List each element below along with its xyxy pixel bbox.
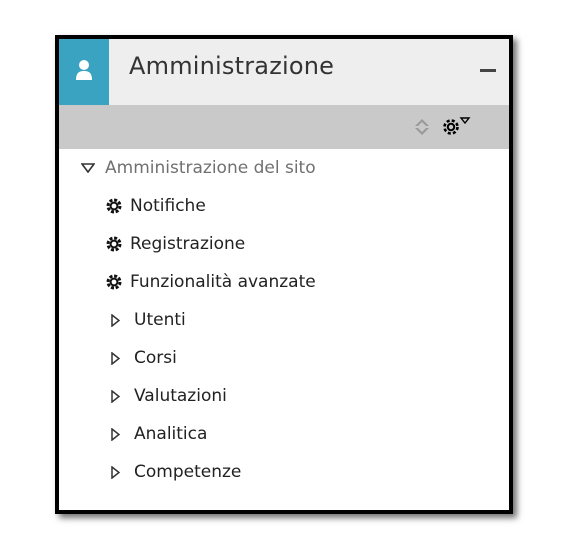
tree-item-registrazione[interactable]: Registrazione — [105, 230, 245, 258]
tree-item-utenti[interactable]: Utenti — [111, 306, 186, 334]
administration-block: Amministrazione Amministrazione del sito — [55, 35, 513, 514]
gear-icon — [106, 274, 122, 290]
block-header: Amministrazione — [59, 39, 509, 105]
tree-item-label: Competenze — [134, 462, 242, 482]
gear-icon — [106, 198, 122, 214]
tree-item-label: Analitica — [134, 424, 208, 444]
tree-item-label: Amministrazione del sito — [105, 158, 316, 178]
user-icon — [76, 60, 92, 80]
move-icon[interactable] — [413, 118, 431, 136]
tree-item-label: Utenti — [134, 310, 186, 330]
tree-item-notifiche[interactable]: Notifiche — [105, 192, 206, 220]
triangle-down-icon — [81, 163, 95, 173]
actions-menu-icon[interactable] — [440, 115, 472, 137]
tree-item-valutazioni[interactable]: Valutazioni — [111, 382, 227, 410]
tree-item-label: Notifiche — [130, 196, 206, 216]
tree-item-label: Registrazione — [130, 234, 246, 254]
tree-item-label: Funzionalità avanzate — [130, 272, 316, 292]
collapse-icon[interactable] — [480, 69, 496, 72]
tree-item-label: Corsi — [134, 348, 177, 368]
triangle-right-icon — [111, 351, 120, 365]
tree-item-label: Valutazioni — [134, 386, 227, 406]
block-title: Amministrazione — [129, 52, 335, 80]
gear-icon — [106, 236, 122, 252]
tree-item-competenze[interactable]: Competenze — [111, 458, 241, 486]
user-icon-tile — [59, 39, 109, 105]
triangle-right-icon — [111, 465, 120, 479]
tree-item-funzionalita-avanzate[interactable]: Funzionalità avanzate — [105, 268, 316, 296]
tree-item-site-administration[interactable]: Amministrazione del sito — [81, 154, 316, 182]
triangle-right-icon — [111, 427, 120, 441]
tree-item-corsi[interactable]: Corsi — [111, 344, 177, 372]
block-toolbar — [59, 105, 509, 149]
triangle-right-icon — [111, 389, 120, 403]
tree-item-analitica[interactable]: Analitica — [111, 420, 207, 448]
triangle-right-icon — [111, 313, 120, 327]
